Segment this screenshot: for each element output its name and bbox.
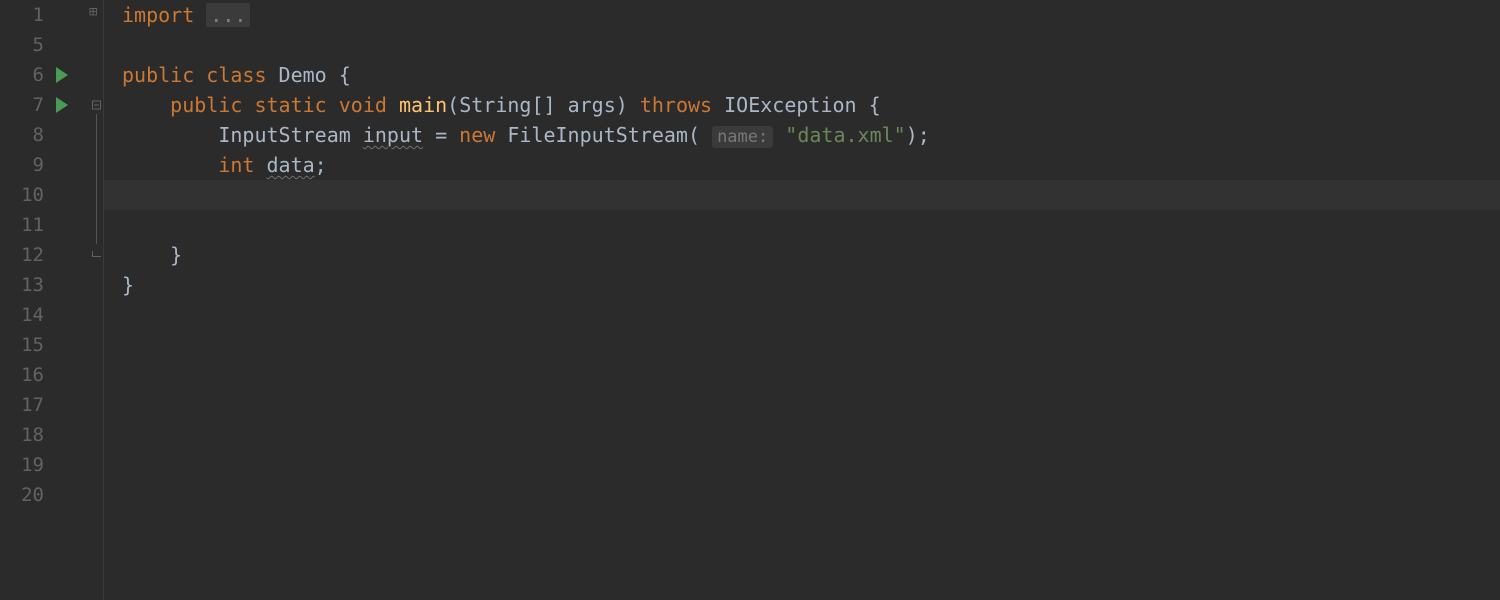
keyword-new: new [459,123,507,147]
assign-op: = [423,123,459,147]
constructor-name: FileInputStream [507,123,688,147]
string-literal: "data.xml" [773,123,905,147]
brace-close: } [122,273,134,297]
code-line-16[interactable] [122,360,1500,390]
code-line-9[interactable]: int data; [122,150,1500,180]
brace-open: { [339,63,351,87]
line-number: 12 [0,244,44,266]
keyword-void: void [339,93,399,117]
line-number: 9 [0,154,44,176]
var-type: InputStream [218,123,363,147]
code-editor[interactable]: 1 5 6 7 8 9 10 11 12 [0,0,1500,600]
param-type: String [459,93,531,117]
line-number: 10 [0,184,44,206]
brace-open: { [869,93,881,117]
code-line-6[interactable]: public class Demo { [122,60,1500,90]
fold-end-icon[interactable] [92,251,101,257]
method-name: main [399,93,447,117]
line-number: 18 [0,424,44,446]
code-line-8[interactable]: InputStream input = new FileInputStream(… [122,120,1500,150]
exception-type: IOException [724,93,869,117]
keyword-import: import [122,3,194,27]
code-line-17[interactable] [122,390,1500,420]
param-name: args [568,93,616,117]
code-line-1[interactable]: import ... [122,0,1500,30]
keyword-public: public [170,93,254,117]
code-line-14[interactable] [122,300,1500,330]
keyword-class: class [206,63,278,87]
line-number: 1 [0,4,44,26]
paren-open: ( [688,123,712,147]
line-number: 13 [0,274,44,296]
keyword-int: int [218,153,266,177]
code-line-13[interactable]: } [122,270,1500,300]
folded-region[interactable]: ... [206,3,250,27]
line-number: 17 [0,394,44,416]
code-line-20[interactable] [122,480,1500,510]
line-number: 8 [0,124,44,146]
line-number: 14 [0,304,44,326]
code-line-7[interactable]: public static void main(String[] args) t… [122,90,1500,120]
current-line-highlight [104,180,1500,210]
line-number: 19 [0,454,44,476]
fold-expand-icon[interactable] [91,10,101,20]
semicolon: ; [315,153,327,177]
line-number: 15 [0,334,44,356]
keyword-throws: throws [640,93,724,117]
paren-close-semi: ); [906,123,930,147]
parameter-hint: name: [712,126,773,148]
run-method-icon[interactable] [56,97,68,113]
line-number: 6 [0,64,44,86]
code-line-11[interactable] [122,210,1500,240]
code-line-19[interactable] [122,450,1500,480]
fold-collapse-icon[interactable] [92,101,101,110]
line-number: 11 [0,214,44,236]
line-number: 5 [0,34,44,56]
var-name-unused: data [267,153,315,177]
var-name-unused: input [363,123,423,147]
class-name: Demo [279,63,339,87]
keyword-public: public [122,63,206,87]
code-area[interactable]: import ... public class Demo { public st… [104,0,1500,600]
code-line-5[interactable] [122,30,1500,60]
gutter: 1 5 6 7 8 9 10 11 12 [0,0,104,600]
code-line-18[interactable] [122,420,1500,450]
paren-open: ( [447,93,459,117]
line-number: 20 [0,484,44,506]
code-line-12[interactable]: } [122,240,1500,270]
code-line-15[interactable] [122,330,1500,360]
paren-close: ) [616,93,640,117]
line-number: 7 [0,94,44,116]
keyword-static: static [254,93,338,117]
run-class-icon[interactable] [56,67,68,83]
brace-close: } [170,243,182,267]
array-brackets: [] [531,93,567,117]
line-number: 16 [0,364,44,386]
